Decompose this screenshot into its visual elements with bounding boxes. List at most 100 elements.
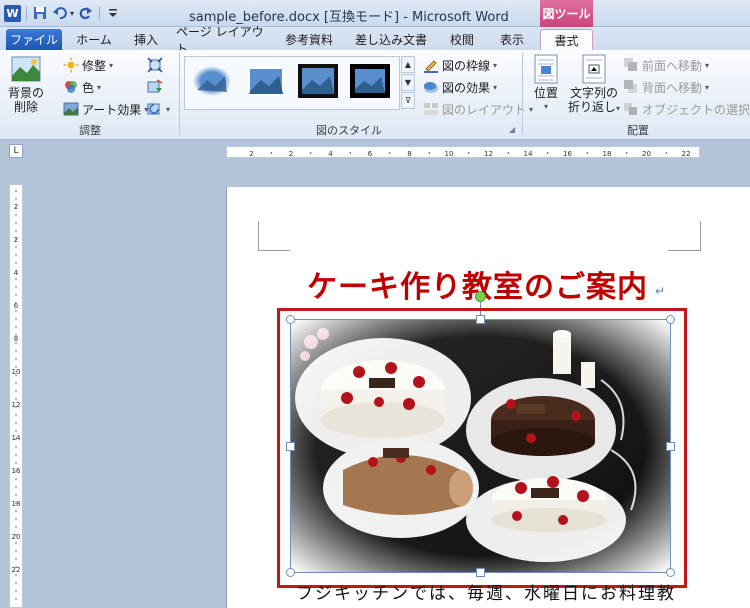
title-bar: W ▾ sample_before.docx [互換モード] - Microso… [0,0,750,27]
picture-effects-label: 図の効果 [442,80,491,95]
ruler-tick-label: 10 [445,150,454,158]
reset-picture-button[interactable]: ▾ [147,100,170,118]
artistic-effects-button[interactable]: アート効果 ▾ [63,100,148,118]
bring-forward-icon [623,57,639,73]
dialog-launcher-icon[interactable]: ◢ [509,125,518,134]
ruler-tick-label: 8 [407,150,411,158]
corrections-label: 修整 [82,58,107,73]
bring-forward-button[interactable]: 前面へ移動 ▾ [623,56,709,74]
redo-icon[interactable] [78,4,94,22]
word-icon[interactable]: W [4,4,21,22]
gallery-scroll-down-icon[interactable]: ▼ [401,74,415,91]
chevron-down-icon: ▾ [705,60,710,70]
tab-file[interactable]: ファイル [6,29,62,50]
tab-insert[interactable]: 挿入 [126,29,166,50]
body-text[interactable]: フジキッチンでは、毎週、水曜日にお料理教 [296,579,676,604]
selection-pane-icon [623,101,639,117]
vruler-tick-label: 14 [12,434,21,442]
chevron-down-icon: ▾ [705,82,710,92]
picture-layout-label: 図のレイアウト [442,102,527,117]
position-button[interactable]: 位置 ▾ [530,54,562,114]
color-label: 色 [82,80,95,95]
adjust-group-label: 調整 [79,124,101,137]
vruler-ticks: 2246810121416182022 [12,190,21,600]
ruler-tick-label: 2 [249,150,253,158]
selection-pane-button[interactable]: オブジェクトの選択と表示 [623,100,750,118]
ruler-tick-label: 14 [524,150,533,158]
ruler-tick-label: 12 [484,150,493,158]
tab-selector[interactable]: L [9,144,23,158]
tab-format[interactable]: 書式 [540,29,593,50]
style-thumbnail[interactable] [245,62,287,100]
selection-pane-label: オブジェクトの選択と表示 [642,102,750,117]
color-button[interactable]: 色 ▾ [63,78,101,96]
style-thumbnail[interactable] [349,62,391,100]
picture-styles-gallery[interactable] [184,56,400,110]
wrap-text-label-2: 折り返し [568,100,617,114]
effects-icon [423,79,439,95]
pencil-icon [423,57,439,73]
picture-border-label: 図の枠線 [442,58,491,73]
picture-border-button[interactable]: 図の枠線 ▾ [423,56,497,74]
customize-icon[interactable] [105,4,121,22]
position-icon [534,54,558,84]
position-label: 位置 [533,86,558,100]
wrap-text-icon [582,54,606,84]
undo-dropdown-icon[interactable]: ▾ [70,9,74,18]
chevron-down-icon: ▾ [97,82,102,92]
chevron-down-icon: ▾ [493,82,498,92]
horizontal-ruler[interactable]: 2 2 4 6 8 10 12 14 16 18 20 22 [226,146,700,158]
vertical-ruler[interactable]: 2 2 4 6 8 10 12 14 16 18 20 22 [9,184,23,608]
style-thumbnail[interactable] [297,62,339,100]
reset-picture-icon [147,101,163,117]
color-icon [63,79,79,95]
save-icon[interactable] [32,4,48,22]
highlight-frame [277,308,687,588]
ruler-tick-label: 6 [368,150,373,158]
layout-icon [423,101,439,117]
tab-review[interactable]: 校閲 [442,29,482,50]
ruler-tick-label: 16 [563,150,572,158]
send-backward-button[interactable]: 背面へ移動 ▾ [623,78,709,96]
gallery-more-icon[interactable]: ⊽ [401,92,415,109]
tab-mailings[interactable]: 差し込み文書 [350,29,432,50]
compress-icon [147,57,163,73]
tab-page-layout[interactable]: ページ レイアウト [176,25,270,56]
send-backward-icon [623,79,639,95]
artistic-effects-label: アート効果 [82,102,142,117]
crop-mark [258,221,259,251]
rotation-handle[interactable] [475,291,486,302]
gallery-scroll-up-icon[interactable]: ▲ [401,56,415,73]
crop-mark [668,250,700,251]
tab-home[interactable]: ホーム [70,29,118,50]
picture-layout-button[interactable]: 図のレイアウト ▾ [423,100,533,118]
chevron-down-icon: ▾ [166,104,171,114]
sun-icon [63,57,79,73]
style-thumbnail[interactable] [191,62,233,100]
crop-mark [258,250,290,251]
tab-view[interactable]: 表示 [492,29,532,50]
tab-references[interactable]: 参考資料 [278,29,340,50]
paragraph-mark: ↵ [655,284,666,298]
remove-background-label-1: 背景の [8,86,45,100]
compress-pictures-button[interactable] [147,56,163,74]
vruler-tick-label: 2 [14,236,18,244]
picture-tools-label: 図ツール [540,0,593,27]
change-picture-icon [147,79,163,95]
wrap-text-button[interactable]: 文字列の 折り返し▾ [568,54,620,116]
undo-icon[interactable] [52,4,68,22]
qat-separator [26,6,27,20]
remove-background-button[interactable]: 背景の 削除 [8,54,44,114]
ribbon: 背景の 削除 修整 ▾ 色 ▾ アート効果 ▾ ▾ 調整 ▲ ▼ ⊽ 図の枠線 … [0,50,750,140]
wrap-text-label-1: 文字列の [570,86,619,100]
vruler-tick-label: 8 [14,335,18,343]
chevron-down-icon: ▾ [616,104,621,113]
vruler-tick-label: 20 [12,533,21,541]
picture-styles-group-label: 図のスタイル [316,124,382,137]
change-picture-button[interactable] [147,78,163,96]
chevron-down-icon: ▾ [543,102,548,111]
picture-effects-button[interactable]: 図の効果 ▾ [423,78,497,96]
remove-background-icon [11,56,41,82]
quick-access-toolbar: W ▾ [4,4,121,22]
corrections-button[interactable]: 修整 ▾ [63,56,113,74]
